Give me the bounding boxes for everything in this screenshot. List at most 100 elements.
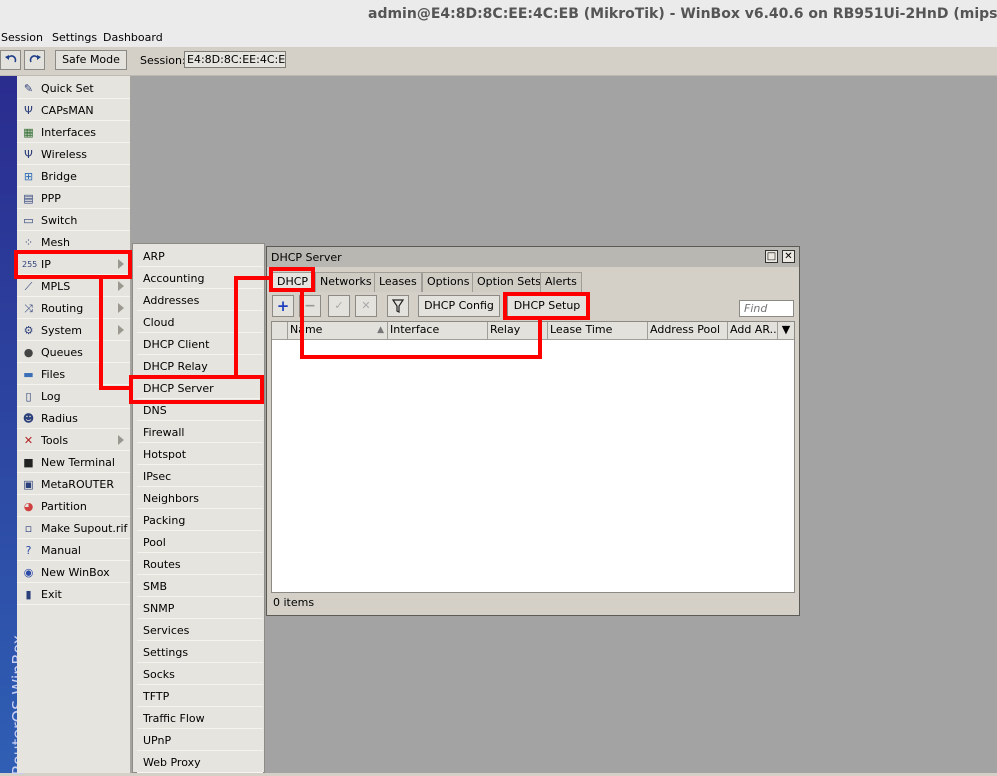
submenu-item-arp[interactable]: ARP xyxy=(137,245,263,267)
sidebar-item-files[interactable]: ▬ Files xyxy=(17,364,130,385)
sidebar-item-manual[interactable]: ? Manual xyxy=(17,540,130,561)
title-bar: admin@E4:8D:8C:EE:4C:EB (MikroTik) - Win… xyxy=(0,0,997,30)
sidebar-item-label: MetaROUTER xyxy=(41,478,114,491)
submenu-item-web-proxy[interactable]: Web Proxy xyxy=(137,751,263,773)
submenu-item-traffic-flow[interactable]: Traffic Flow xyxy=(137,707,263,729)
sidebar-item-wireless[interactable]: Ψ Wireless xyxy=(17,144,130,165)
submenu-item-services[interactable]: Services xyxy=(137,619,263,641)
column-chooser-button[interactable]: ▼ xyxy=(778,322,794,339)
column-lease-time[interactable]: Lease Time xyxy=(548,322,648,339)
dhcp-window-title: DHCP Server xyxy=(271,251,342,264)
filter-button[interactable] xyxy=(387,295,409,317)
disable-button[interactable]: ✕ xyxy=(355,295,377,317)
sidebar-item-label: Radius xyxy=(41,412,78,425)
sidebar-item-metarouter[interactable]: ▣ MetaROUTER xyxy=(17,474,130,495)
find-input[interactable] xyxy=(739,300,794,317)
submenu-item-label: Routes xyxy=(143,558,181,571)
dhcp-config-button[interactable]: DHCP Config xyxy=(418,295,500,317)
minus-icon: − xyxy=(304,298,316,314)
submenu-item-label: Socks xyxy=(143,668,175,681)
submenu-item-dhcp-client[interactable]: DHCP Client xyxy=(137,333,263,355)
sidebar-item-bridge[interactable]: ⊞ Bridge xyxy=(17,166,130,187)
submenu-item-label: Settings xyxy=(143,646,189,659)
add-button[interactable]: + xyxy=(272,295,294,317)
sidebar-item-label: Files xyxy=(41,368,66,381)
submenu-item-firewall[interactable]: Firewall xyxy=(137,421,263,443)
submenu-item-packing[interactable]: Packing xyxy=(137,509,263,531)
submenu-item-hotspot[interactable]: Hotspot xyxy=(137,443,263,465)
submenu-item-tftp[interactable]: TFTP xyxy=(137,685,263,707)
sidebar-item-switch[interactable]: ▭ Switch xyxy=(17,210,130,231)
submenu-item-routes[interactable]: Routes xyxy=(137,553,263,575)
submenu-item-neighbors[interactable]: Neighbors xyxy=(137,487,263,509)
submenu-item-settings[interactable]: Settings xyxy=(137,641,263,663)
sidebar-item-new-winbox[interactable]: ◉ New WinBox xyxy=(17,562,130,583)
routing-icon: ⤨ xyxy=(24,302,33,315)
sidebar-item-label: Log xyxy=(41,390,61,403)
antenna-icon: Ψ xyxy=(24,104,33,117)
sidebar-item-quick-set[interactable]: ✎ Quick Set xyxy=(17,78,130,99)
tab-networks[interactable]: Networks xyxy=(315,272,377,292)
sidebar-item-tools[interactable]: ✕ Tools xyxy=(17,430,130,451)
sidebar-item-label: Mesh xyxy=(41,236,70,249)
sidebar-item-label: Bridge xyxy=(41,170,77,183)
undo-button[interactable] xyxy=(0,50,21,70)
sidebar-item-radius[interactable]: ☻ Radius xyxy=(17,408,130,429)
sidebar-item-ppp[interactable]: ▤ PPP xyxy=(17,188,130,209)
session-field[interactable]: E4:8D:8C:EE:4C:EB xyxy=(184,51,286,68)
chevron-right-icon xyxy=(118,303,124,313)
sidebar-item-system[interactable]: ⚙ System xyxy=(17,320,130,341)
sidebar-item-make-supout[interactable]: ▫ Make Supout.rif xyxy=(17,518,130,539)
close-button[interactable]: ✕ xyxy=(782,250,795,263)
submenu-item-snmp[interactable]: SNMP xyxy=(137,597,263,619)
enable-button[interactable]: ✓ xyxy=(328,295,350,317)
tab-leases[interactable]: Leases xyxy=(374,272,422,292)
menu-settings[interactable]: Settings xyxy=(52,31,97,44)
dhcp-window-titlebar[interactable]: DHCP Server □ ✕ xyxy=(267,247,799,267)
wireless-icon: Ψ xyxy=(24,148,33,161)
menu-session[interactable]: Session xyxy=(1,31,43,44)
sidebar: ✎ Quick Set Ψ CAPsMAN ▦ Interfaces Ψ Wir… xyxy=(17,76,131,773)
maximize-button[interactable]: □ xyxy=(765,250,778,263)
log-icon: ▯ xyxy=(25,390,32,403)
interfaces-icon: ▦ xyxy=(23,126,34,139)
sidebar-item-interfaces[interactable]: ▦ Interfaces xyxy=(17,122,130,143)
menu-dashboard[interactable]: Dashboard xyxy=(103,31,163,44)
chevron-right-icon xyxy=(118,435,124,445)
highlight-dhcp-setup xyxy=(503,292,590,320)
submenu-item-cloud[interactable]: Cloud xyxy=(137,311,263,333)
sidebar-item-partition[interactable]: ◕ Partition xyxy=(17,496,130,517)
sidebar-item-exit[interactable]: ▮ Exit xyxy=(17,584,130,605)
column-address-pool[interactable]: Address Pool xyxy=(648,322,728,339)
redo-icon xyxy=(29,55,41,63)
submenu-item-pool[interactable]: Pool xyxy=(137,531,263,553)
sidebar-item-mpls[interactable]: ⟋ MPLS xyxy=(17,276,130,297)
tab-option-sets[interactable]: Option Sets xyxy=(472,272,547,292)
sidebar-item-queues[interactable]: ● Queues xyxy=(17,342,130,363)
tab-alerts[interactable]: Alerts xyxy=(540,272,582,292)
submenu-item-label: DHCP Relay xyxy=(143,360,208,373)
safe-mode-button[interactable]: Safe Mode xyxy=(55,50,127,70)
row-select-column[interactable] xyxy=(272,322,288,339)
plus-icon: + xyxy=(276,297,290,315)
column-interface[interactable]: Interface xyxy=(388,322,488,339)
sidebar-item-label: Routing xyxy=(41,302,84,315)
submenu-item-socks[interactable]: Socks xyxy=(137,663,263,685)
submenu-item-label: TFTP xyxy=(143,690,170,703)
submenu-item-upnp[interactable]: UPnP xyxy=(137,729,263,751)
bridge-icon: ⊞ xyxy=(23,170,34,183)
redo-button[interactable] xyxy=(24,50,45,70)
sidebar-item-new-terminal[interactable]: ■ New Terminal xyxy=(17,452,130,473)
tab-options[interactable]: Options xyxy=(422,272,475,292)
submenu-item-dhcp-relay[interactable]: DHCP Relay xyxy=(137,355,263,377)
submenu-item-ipsec[interactable]: IPsec xyxy=(137,465,263,487)
sidebar-item-routing[interactable]: ⤨ Routing xyxy=(17,298,130,319)
submenu-item-addresses[interactable]: Addresses xyxy=(137,289,263,311)
sidebar-item-label: Exit xyxy=(41,588,62,601)
sidebar-item-capsman[interactable]: Ψ CAPsMAN xyxy=(17,100,130,121)
column-add-arp[interactable]: Add AR... xyxy=(728,322,778,339)
menu-bar: Session Settings Dashboard xyxy=(0,30,997,47)
submenu-item-smb[interactable]: SMB xyxy=(137,575,263,597)
chevron-right-icon xyxy=(118,281,124,291)
sidebar-item-label: New Terminal xyxy=(41,456,115,469)
